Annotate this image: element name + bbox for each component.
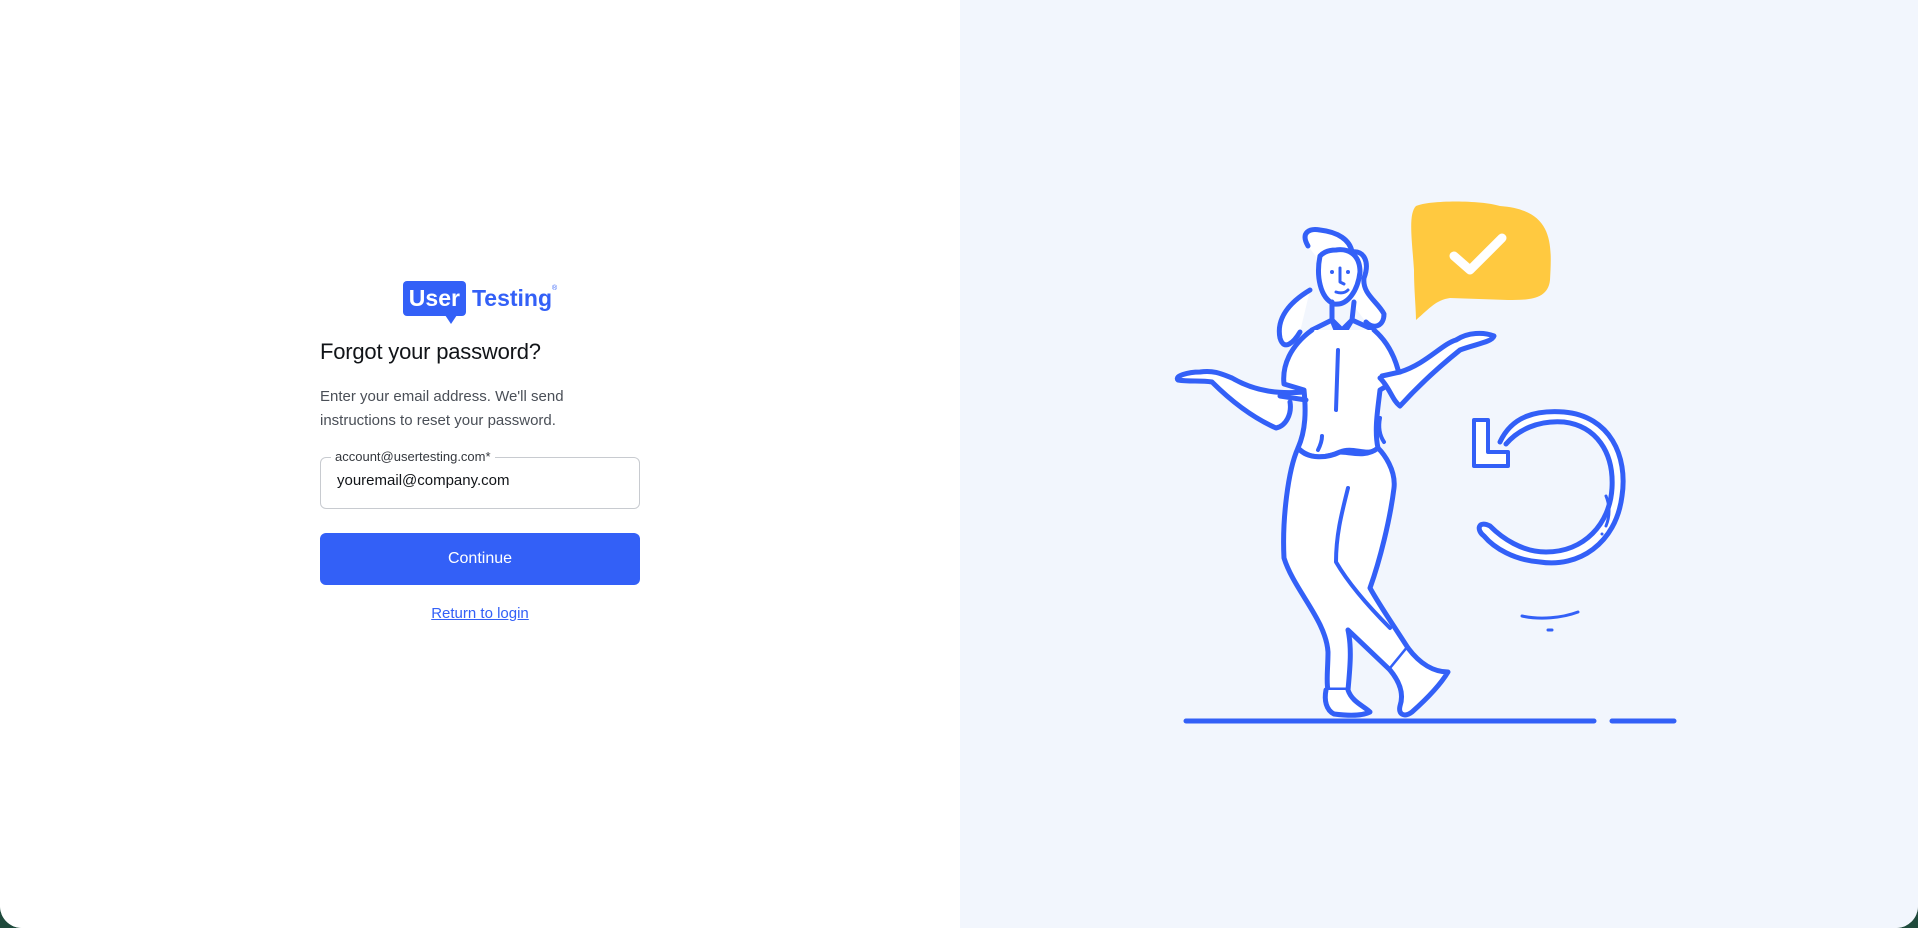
- continue-button[interactable]: Continue: [320, 533, 640, 585]
- form-panel: User Testing ® Forgot your password? Ent…: [0, 0, 960, 928]
- logo-user-badge: User: [402, 280, 466, 324]
- eye-right: [1346, 270, 1350, 274]
- email-input[interactable]: [337, 472, 622, 489]
- waist-line-right: [1377, 416, 1386, 444]
- app-window: User Testing ® Forgot your password? Ent…: [0, 0, 1918, 928]
- return-to-login-link[interactable]: Return to login: [431, 605, 529, 622]
- pants: [1281, 445, 1411, 693]
- refresh-arrow: [1476, 409, 1626, 566]
- refresh-shadow-line: [1520, 610, 1580, 620]
- refresh-motion-dot: [1600, 532, 1604, 536]
- shirt-seam: [1334, 348, 1340, 412]
- logo-speech-tail: [444, 314, 457, 324]
- shoe-left: [1322, 687, 1373, 718]
- page-description: Enter your email address. We'll send ins…: [320, 388, 564, 429]
- eye-left: [1330, 270, 1334, 274]
- refresh-arrow-head: [1472, 418, 1510, 468]
- email-field-label: account@usertesting.com*: [331, 450, 495, 464]
- email-field[interactable]: account@usertesting.com*: [320, 450, 640, 509]
- return-link-row: Return to login: [320, 605, 640, 623]
- logo-testing-text: Testing: [471, 285, 553, 311]
- page-title: Forgot your password?: [320, 339, 541, 364]
- usertesting-logo: User Testing ®: [320, 275, 640, 324]
- forgot-password-form: User Testing ® Forgot your password? Ent…: [320, 275, 640, 623]
- illustration-panel: [960, 0, 1918, 928]
- logo-trademark: ®: [552, 285, 558, 292]
- shrugging-person-illustration: [1174, 201, 1677, 724]
